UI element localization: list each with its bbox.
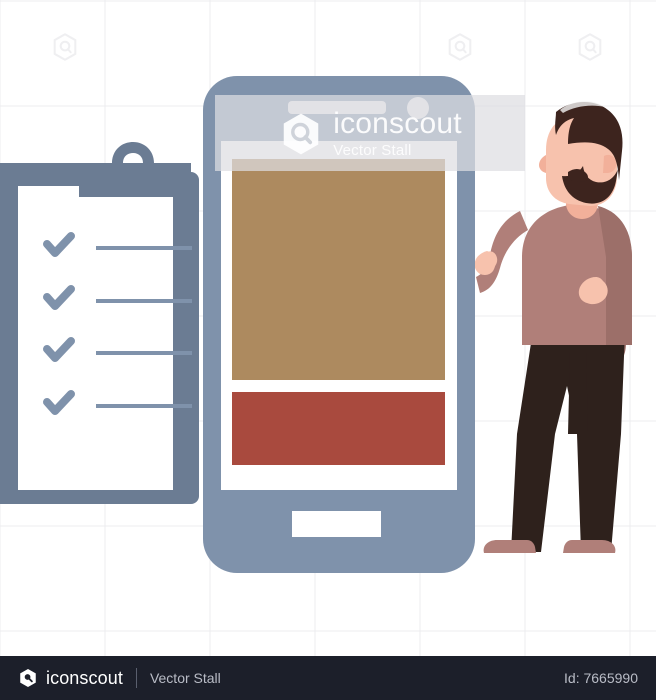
front-camera bbox=[407, 97, 429, 119]
footer-brand[interactable]: iconscout bbox=[18, 668, 123, 689]
checklist-line bbox=[96, 404, 192, 408]
accent-content-block bbox=[232, 392, 445, 465]
footer-brand-label: iconscout bbox=[46, 667, 123, 688]
checklist-line bbox=[96, 246, 192, 250]
checklist-clipboard bbox=[0, 142, 199, 504]
asset-id-label: Id: 7665990 bbox=[564, 670, 638, 686]
iconscout-logo-icon bbox=[18, 668, 38, 688]
trousers bbox=[511, 330, 625, 552]
right-shoe bbox=[563, 540, 616, 553]
smartphone-mockup bbox=[203, 76, 475, 573]
clipboard-paper bbox=[18, 186, 173, 490]
footer-bar: iconscout Vector Stall Id: 7665990 bbox=[0, 656, 656, 700]
nose bbox=[539, 155, 546, 173]
left-arm bbox=[476, 211, 528, 293]
vector-illustration bbox=[0, 0, 656, 656]
footer-author-label[interactable]: Vector Stall bbox=[150, 670, 221, 686]
checklist-line bbox=[96, 351, 192, 355]
clipboard-clip-plate bbox=[79, 163, 191, 197]
standing-man bbox=[474, 101, 632, 553]
checklist-line bbox=[96, 299, 192, 303]
trouser-gap bbox=[568, 352, 588, 434]
illustration-canvas: iconscout Vector Stall iconscout Vector … bbox=[0, 0, 656, 700]
home-button bbox=[292, 511, 381, 537]
earpiece-speaker bbox=[288, 101, 386, 114]
footer-divider bbox=[135, 668, 137, 688]
left-shoe bbox=[483, 540, 536, 553]
primary-content-block bbox=[232, 159, 445, 380]
